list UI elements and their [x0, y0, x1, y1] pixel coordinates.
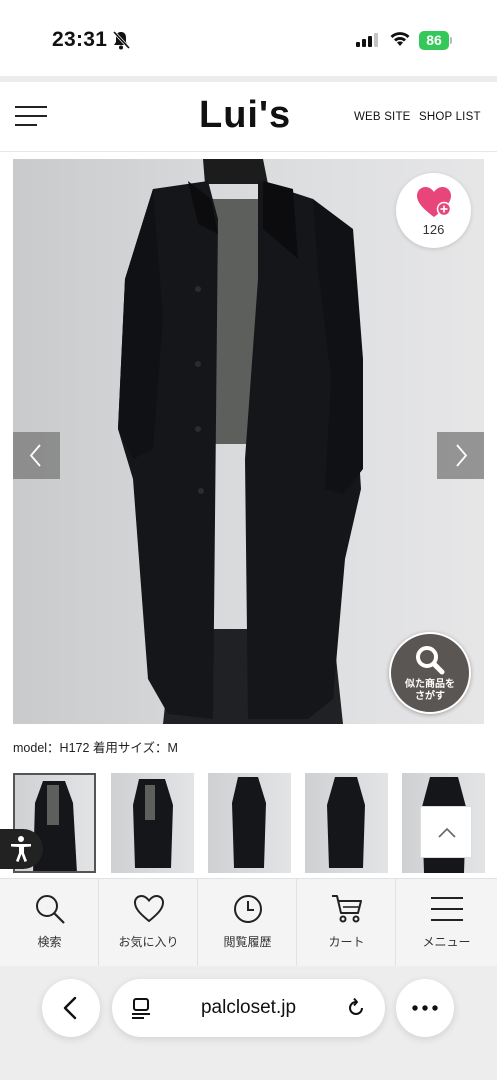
- thumbnail-2[interactable]: [111, 773, 194, 873]
- nav-shoplist-link[interactable]: SHOP LIST: [419, 111, 481, 123]
- wifi-icon: [390, 32, 410, 46]
- favorite-button[interactable]: 126: [396, 173, 471, 248]
- cellular-signal-icon: [356, 33, 378, 47]
- site-header: Lui's WEB SITE SHOP LIST: [0, 82, 497, 152]
- chevron-left-icon: [63, 996, 77, 1020]
- search-icon: [36, 895, 65, 924]
- nav-website-link[interactable]: WEB SITE: [354, 111, 411, 123]
- thumbnail-3[interactable]: [208, 773, 291, 873]
- similar-items-label: 似た商品を さがす: [405, 679, 455, 702]
- ellipsis-icon: [412, 1005, 438, 1011]
- magnifier-icon: [416, 646, 445, 675]
- scroll-to-top-button[interactable]: [420, 806, 472, 858]
- thumbnail-4[interactable]: [305, 773, 388, 873]
- nav-favorites-label: お気に入り: [118, 935, 179, 949]
- accessibility-icon: [11, 836, 31, 862]
- model-size-caption: model：H172 着用サイズ：M: [13, 741, 178, 755]
- heart-icon: [133, 894, 165, 923]
- cart-icon: [332, 895, 362, 923]
- chevron-left-icon: [29, 444, 41, 467]
- heart-plus-icon: [417, 187, 451, 217]
- bottom-navigation: 検索 お気に入り 閲覧履歴 カート メニュー: [0, 878, 497, 967]
- menu-icon: [431, 897, 463, 921]
- nav-history-label: 閲覧履歴: [223, 935, 272, 949]
- nav-menu-label: メニュー: [422, 935, 471, 949]
- status-bar: 23:31 86: [0, 0, 497, 78]
- status-time: 23:31: [52, 28, 108, 51]
- nav-cart-label: カート: [328, 935, 365, 949]
- browser-back-button[interactable]: [42, 979, 100, 1037]
- battery-level: 86: [419, 31, 449, 50]
- reload-icon[interactable]: [345, 997, 367, 1019]
- brand-logo[interactable]: Lui's: [199, 94, 291, 137]
- nav-search[interactable]: 検索: [0, 879, 99, 967]
- previous-image-button[interactable]: [13, 432, 60, 479]
- battery-indicator: 86: [419, 31, 452, 50]
- similar-items-search-button[interactable]: 似た商品を さがす: [389, 632, 471, 714]
- nav-history[interactable]: 閲覧履歴: [198, 879, 297, 967]
- favorite-count: 126: [422, 222, 445, 237]
- bell-muted-icon: [112, 30, 130, 50]
- address-bar[interactable]: palcloset.jp: [112, 979, 385, 1037]
- nav-cart[interactable]: カート: [297, 879, 396, 967]
- clock-icon: [234, 895, 262, 923]
- nav-favorites[interactable]: お気に入り: [99, 879, 198, 967]
- nav-menu[interactable]: メニュー: [396, 879, 497, 967]
- hamburger-menu-icon[interactable]: [15, 104, 47, 128]
- next-image-button[interactable]: [437, 432, 484, 479]
- nav-search-label: 検索: [37, 935, 62, 949]
- browser-more-button[interactable]: [396, 979, 454, 1037]
- chevron-up-icon: [438, 827, 456, 838]
- accessibility-button[interactable]: [0, 829, 43, 869]
- chevron-right-icon: [456, 444, 468, 467]
